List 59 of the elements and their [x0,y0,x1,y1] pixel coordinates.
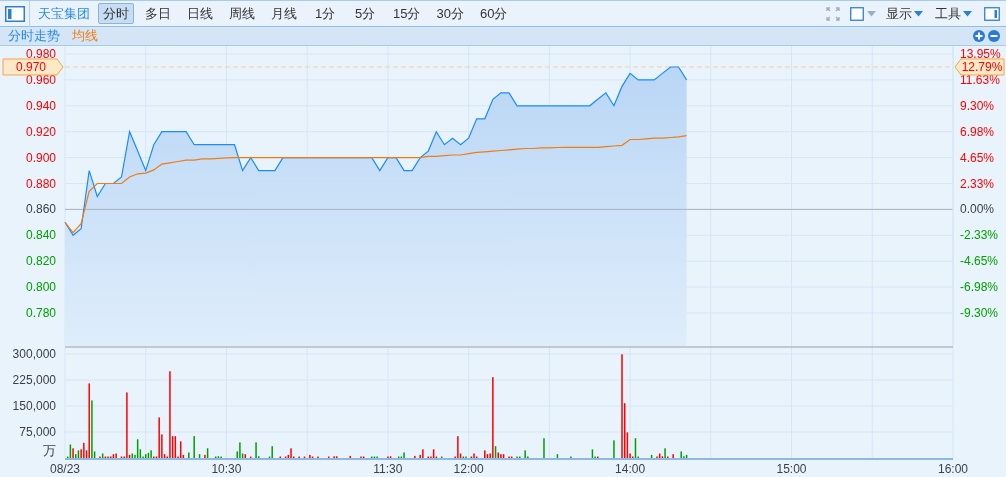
period-tab[interactable]: 15分 [388,3,426,24]
period-tab[interactable]: 多日 [140,3,176,24]
axis-label: -9.30% [960,306,999,320]
period-tab[interactable]: 5分 [348,3,382,24]
axis-label: 2.33% [960,176,995,191]
axis-label: 0.900 [25,150,56,165]
axis-label: 0.820 [25,254,56,269]
axis-label: 0.920 [25,124,56,139]
axis-label: -6.98% [960,280,999,295]
menu-button[interactable]: 工具 [935,4,972,23]
plus-circle-icon [973,30,985,42]
caret-icon [914,10,923,17]
percent-tag: 12.79% [954,58,1005,76]
indicator-label: 均线 [72,27,98,45]
axis-label: 75,000 [19,425,56,439]
axis-label: -4.65% [960,254,999,269]
sidebar-toggle-button[interactable] [984,6,1000,21]
axis-label: -2.33% [960,228,999,243]
panel-left-icon [4,5,25,22]
period-tab[interactable]: 周线 [224,3,260,24]
fullscreen-icon [826,6,840,21]
zoom-out-button[interactable] [988,30,1000,42]
caret-icon [963,10,972,17]
axis-label: 6.98% [960,124,995,139]
chart-title: 分时走势 [8,27,60,45]
time-label: 15:00 [776,462,807,476]
period-tab[interactable]: 月线 [266,3,302,24]
menu-button[interactable]: 显示 [886,4,923,23]
time-label: 08/23 [50,462,80,476]
layout-dropdown-button[interactable] [850,6,876,21]
axis-label: 0.800 [25,280,56,295]
time-label: 14:00 [615,462,646,476]
period-tab[interactable]: 30分 [431,3,469,24]
axis-label: 0.880 [25,176,56,191]
axis-label: 0.840 [25,228,56,243]
axis-label: 0.940 [25,98,56,113]
unit-label: 万 [43,443,56,458]
time-label: 11:30 [373,462,403,476]
time-label: 12:00 [453,462,484,476]
time-label: 10:30 [211,462,242,476]
time-label: 16:00 [938,462,968,476]
zoom-in-button[interactable] [973,30,985,42]
axis-label: 4.65% [960,150,995,165]
period-tab[interactable]: 分时 [98,3,134,24]
minus-circle-icon [988,30,1000,42]
axis-label: 9.30% [960,98,995,113]
axis-label: 0.00% [960,202,995,217]
axis-label: 300,000 [12,346,56,361]
period-tab[interactable]: 日线 [182,3,218,24]
axis-label: 150,000 [12,398,56,413]
period-tab[interactable]: 60分 [474,3,513,24]
panel-right-icon [984,6,1000,21]
period-tab[interactable]: 1分 [308,3,342,24]
price-tag: 0.970 [2,58,64,76]
axis-label: 0.780 [25,306,56,320]
axis-label: 0.860 [25,202,56,217]
caret-icon [867,10,876,17]
square-icon [850,6,864,21]
axis-label: 225,000 [12,372,56,387]
